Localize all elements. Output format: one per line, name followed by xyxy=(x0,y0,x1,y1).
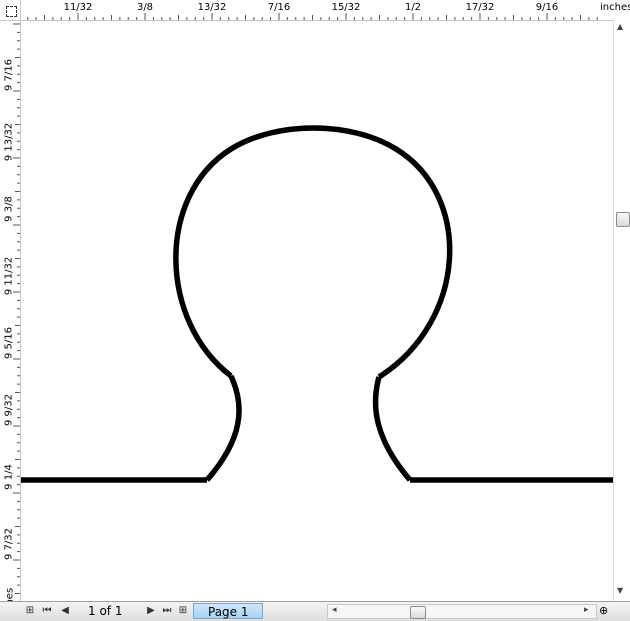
ruler-units-label: inches xyxy=(600,2,630,13)
ruler-label: 7/16 xyxy=(267,2,291,13)
page-tab-label: Page 1 xyxy=(208,605,249,619)
previous-page-icon[interactable]: ◀ xyxy=(58,604,72,618)
page-count: 1 of 1 xyxy=(88,604,123,618)
vertical-ruler[interactable]: 9 7/16 9 13/32 9 3/8 9 11/32 9 5/16 9 9/… xyxy=(0,20,21,620)
horizontal-scrollbar[interactable]: ◂ ▸ xyxy=(327,604,597,619)
ruler-label: 9 7/32 xyxy=(3,528,15,560)
ruler-origin-icon[interactable] xyxy=(0,0,21,21)
last-page-icon[interactable]: ⏭ xyxy=(160,604,174,618)
ruler-label: 9 13/32 xyxy=(3,122,15,162)
vertical-ruler-ticks xyxy=(13,23,20,594)
vertical-scrollbar[interactable]: ▲ ▼ xyxy=(613,20,630,601)
horizontal-ruler[interactable]: 11/32 3/8 13/32 7/16 15/32 1/2 17/32 9/1… xyxy=(0,0,630,21)
next-page-icon[interactable]: ▶ xyxy=(144,604,158,618)
tab-page-1[interactable]: Page 1 xyxy=(193,603,263,619)
ruler-label: 9 11/32 xyxy=(3,256,15,296)
ruler-label: 9/16 xyxy=(535,2,559,13)
vertical-scroll-thumb[interactable] xyxy=(616,212,630,227)
insert-page-after-icon[interactable]: ⊞ xyxy=(176,604,190,618)
ruler-label: 9 7/16 xyxy=(3,59,15,91)
drawing-canvas[interactable] xyxy=(21,21,613,601)
ruler-label: 13/32 xyxy=(197,2,227,13)
horizontal-scroll-thumb[interactable] xyxy=(410,606,426,619)
scroll-up-icon[interactable]: ▲ xyxy=(617,22,623,31)
circle-arc xyxy=(173,125,453,380)
insert-page-before-icon[interactable]: ⊞ xyxy=(23,604,37,618)
zoom-icon[interactable]: ⊕ xyxy=(599,604,608,617)
page-navigation-bar: ⊞ ⏮ ◀ 1 of 1 ▶ ⏭ ⊞ Page 1 ◂ ▸ ⊕ xyxy=(0,601,630,621)
keyhole-curve-drawing[interactable] xyxy=(21,21,613,601)
first-page-icon[interactable]: ⏮ xyxy=(40,604,54,618)
scroll-right-icon[interactable]: ▸ xyxy=(584,605,589,615)
ruler-label: 17/32 xyxy=(465,2,495,13)
ruler-label: 9 1/4 xyxy=(3,464,15,490)
scroll-left-icon[interactable]: ◂ xyxy=(332,605,337,615)
ruler-label: 9 3/8 xyxy=(3,196,15,222)
neck-right xyxy=(372,376,413,482)
ruler-label: 1/2 xyxy=(404,2,422,13)
ruler-label: 9 5/16 xyxy=(3,327,15,359)
ruler-label: 15/32 xyxy=(331,2,361,13)
ruler-label: 3/8 xyxy=(136,2,154,13)
scroll-down-icon[interactable]: ▼ xyxy=(617,586,623,595)
neck-left xyxy=(204,374,242,482)
ruler-label: 9 9/32 xyxy=(3,394,15,426)
ruler-label: 11/32 xyxy=(63,2,93,13)
